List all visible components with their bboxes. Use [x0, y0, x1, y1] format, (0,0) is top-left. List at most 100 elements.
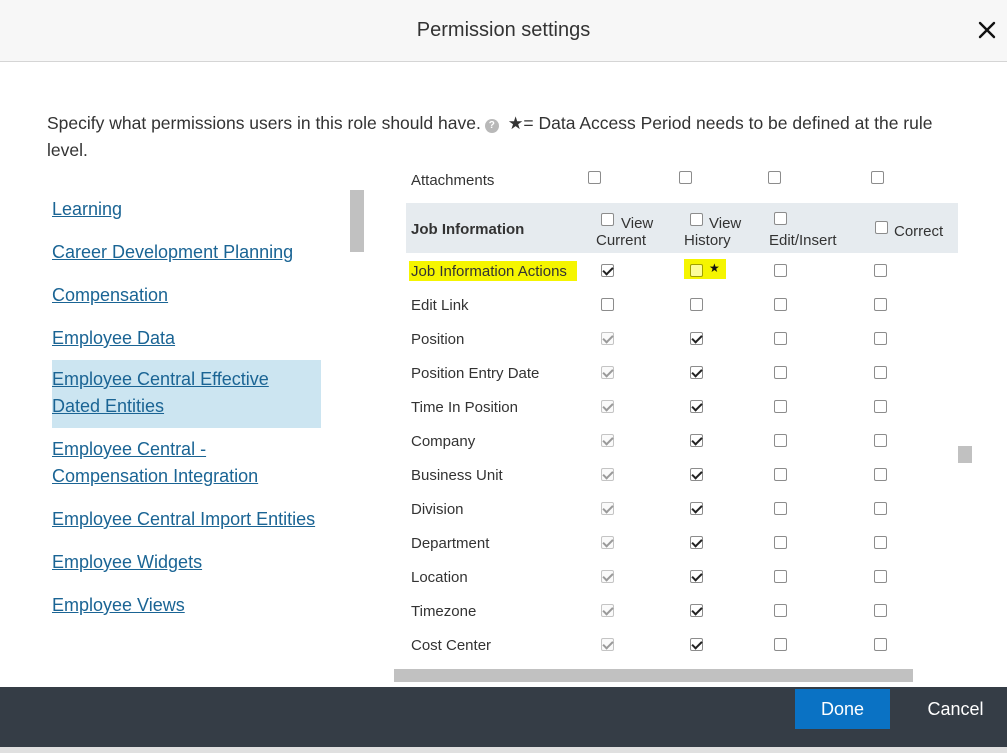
intro-text: Specify what permissions users in this r… — [47, 110, 947, 164]
table-row: Position — [406, 321, 958, 355]
checkbox-all-view-current[interactable] — [601, 213, 614, 226]
checkbox-correct[interactable] — [874, 468, 887, 481]
checkbox-view-history[interactable] — [690, 468, 703, 481]
nav-item-ec-import-entities[interactable]: Employee Central Import Entities — [52, 498, 327, 541]
table-row: Position Entry Date — [406, 355, 958, 389]
checkbox-edit-insert[interactable] — [774, 570, 787, 583]
checkbox-correct[interactable] — [874, 400, 887, 413]
checkbox-edit-insert[interactable] — [774, 400, 787, 413]
section-title: Job Information — [411, 221, 525, 238]
checkbox-correct[interactable] — [874, 332, 887, 345]
nav-item-employee-data[interactable]: Employee Data — [52, 317, 327, 360]
row-label: Attachments — [411, 172, 495, 189]
table-row: Timezone — [406, 593, 958, 627]
checkbox-all-correct[interactable] — [875, 221, 888, 234]
row-label: Job Information Actions — [411, 263, 567, 280]
checkbox-view-current — [601, 536, 614, 549]
checkbox-correct[interactable] — [874, 366, 887, 379]
checkbox-view-history[interactable] — [690, 366, 703, 379]
table-row: Job Information Actions ★ — [406, 253, 958, 287]
checkbox-edit-insert[interactable] — [774, 536, 787, 549]
checkbox-view-history[interactable] — [690, 298, 703, 311]
checkbox-attachments-view-history[interactable] — [679, 171, 692, 184]
table-row: Time In Position — [406, 389, 958, 423]
checkbox-view-current[interactable] — [601, 264, 614, 277]
checkbox-view-history[interactable] — [690, 570, 703, 583]
checkbox-correct[interactable] — [874, 298, 887, 311]
dialog-footer: Done Cancel — [0, 687, 1007, 747]
checkbox-edit-insert[interactable] — [774, 264, 787, 277]
nav-item-compensation[interactable]: Compensation — [52, 274, 327, 317]
nav-item-ec-effective-dated-entities[interactable]: Employee Central Effective Dated Entitie… — [52, 360, 321, 428]
checkbox-edit-insert[interactable] — [774, 468, 787, 481]
nav-item-ec-compensation-integration[interactable]: Employee Central - Compensation Integrat… — [52, 428, 327, 498]
table-row: Business Unit — [406, 457, 958, 491]
checkbox-edit-insert[interactable] — [774, 332, 787, 345]
checkbox-view-current — [601, 570, 614, 583]
checkbox-all-edit-insert[interactable] — [774, 212, 787, 225]
checkbox-all-view-history[interactable] — [690, 213, 703, 226]
checkbox-edit-insert[interactable] — [774, 502, 787, 515]
col-view-current-line2: Current — [596, 232, 647, 249]
nav-item-employee-widgets[interactable]: Employee Widgets — [52, 541, 327, 584]
row-label: Time In Position — [411, 399, 518, 416]
checkbox-attachments-correct[interactable] — [871, 171, 884, 184]
checkbox-edit-insert[interactable] — [774, 604, 787, 617]
window-bottom-edge — [0, 747, 1007, 753]
checkbox-correct[interactable] — [874, 502, 887, 515]
intro-sentence: Specify what permissions users in this r… — [47, 113, 481, 133]
table-vertical-scrollbar-thumb[interactable] — [958, 446, 972, 463]
row-label: Edit Link — [411, 297, 469, 314]
checkbox-view-current — [601, 638, 614, 651]
table-row: Location — [406, 559, 958, 593]
row-label: Department — [411, 535, 490, 552]
row-label: Cost Center — [411, 637, 492, 654]
table-horizontal-scrollbar-thumb[interactable] — [394, 669, 913, 682]
checkbox-view-history[interactable] — [690, 400, 703, 413]
star-icon: ★ — [709, 261, 720, 275]
checkbox-view-history[interactable] — [690, 604, 703, 617]
checkbox-view-current — [601, 400, 614, 413]
section-header-job-information: Job Information View Current View Histor… — [406, 203, 958, 253]
checkbox-view-history[interactable] — [690, 332, 703, 345]
checkbox-attachments-edit-insert[interactable] — [768, 171, 781, 184]
nav-item-employee-views[interactable]: Employee Views — [52, 584, 327, 627]
row-label: Position — [411, 331, 465, 348]
checkbox-view-current — [601, 366, 614, 379]
checkbox-edit-insert[interactable] — [774, 638, 787, 651]
checkbox-view-history[interactable] — [690, 638, 703, 651]
checkbox-view-current — [601, 434, 614, 447]
checkbox-view-current[interactable] — [601, 298, 614, 311]
checkbox-edit-insert[interactable] — [774, 298, 787, 311]
checkbox-correct[interactable] — [874, 638, 887, 651]
checkbox-correct[interactable] — [874, 604, 887, 617]
checkbox-correct[interactable] — [874, 536, 887, 549]
close-icon[interactable] — [977, 20, 997, 40]
row-label: Business Unit — [411, 467, 503, 484]
nav-item-learning[interactable]: Learning — [52, 188, 327, 231]
help-icon[interactable]: ? — [484, 119, 499, 133]
checkbox-view-history[interactable] — [690, 434, 703, 447]
checkbox-view-current — [601, 332, 614, 345]
checkbox-view-history[interactable] — [690, 536, 703, 549]
row-label: Position Entry Date — [411, 365, 540, 382]
nav-scrollbar-thumb[interactable] — [350, 190, 364, 252]
checkbox-attachments-view-current[interactable] — [588, 171, 601, 184]
checkbox-edit-insert[interactable] — [774, 434, 787, 447]
checkbox-view-current — [601, 468, 614, 481]
checkbox-view-history[interactable] — [690, 502, 703, 515]
checkbox-correct[interactable] — [874, 264, 887, 277]
checkbox-view-current — [601, 604, 614, 617]
checkbox-view-current — [601, 502, 614, 515]
checkbox-correct[interactable] — [874, 570, 887, 583]
col-view-history-line2: History — [684, 232, 731, 249]
checkbox-edit-insert[interactable] — [774, 366, 787, 379]
cancel-button[interactable]: Cancel — [918, 689, 993, 729]
checkbox-correct[interactable] — [874, 434, 887, 447]
dialog-title: Permission settings — [416, 19, 591, 41]
nav-item-career-development-planning[interactable]: Career Development Planning — [52, 231, 327, 274]
dialog-header: Permission settings — [0, 0, 1007, 62]
done-button[interactable]: Done — [795, 689, 890, 729]
table-row: Division — [406, 491, 958, 525]
checkbox-view-history[interactable] — [690, 264, 703, 277]
